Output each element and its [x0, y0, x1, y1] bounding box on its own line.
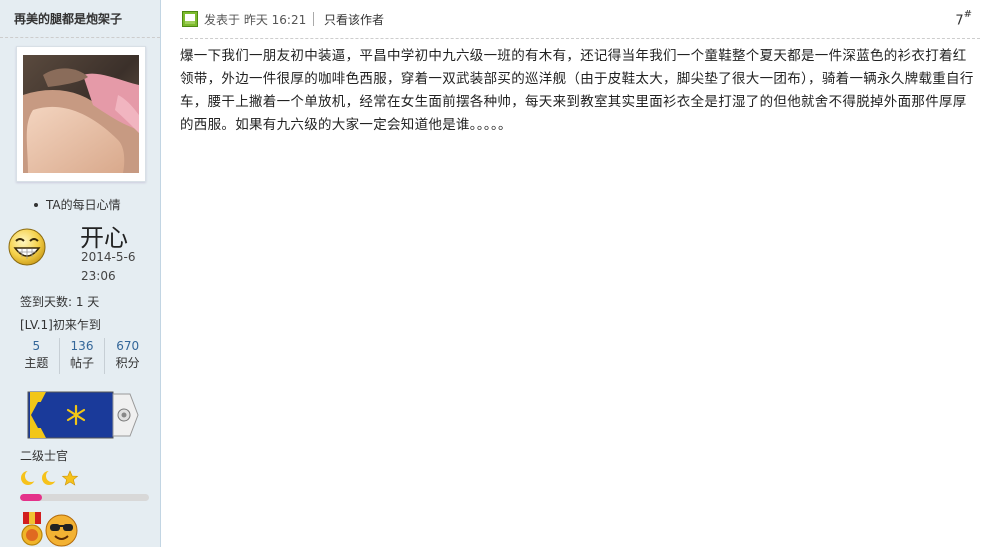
view-author-only-link[interactable]: 只看该作者: [324, 11, 384, 28]
level-progress-bar: [20, 494, 149, 501]
stat-posts[interactable]: 136 帖子: [60, 338, 106, 374]
stat-points[interactable]: 670 积分: [105, 338, 150, 374]
stat-threads-value[interactable]: 5: [14, 338, 59, 355]
floor-number[interactable]: 7#: [955, 9, 972, 28]
post-icon: [182, 11, 198, 27]
mood-heading: TA的每日心情: [34, 196, 121, 213]
moon-icon: [21, 470, 37, 485]
floor-mark: #: [963, 9, 972, 20]
post-content: 爆一下我们一朋友初中装逼，平昌中学初中九六级一班的有木有，还记得当年我们一个童鞋…: [180, 48, 974, 133]
stat-points-label: 积分: [115, 356, 140, 370]
rank-stars: [20, 470, 80, 486]
mood-time: 23:06: [81, 269, 116, 283]
user-sidebar: 再美的腿都是炮架子 TA的每日心情 开心 2014-5-6 23:06 签到天数…: [0, 0, 161, 547]
header-divider: [313, 12, 314, 26]
stat-threads[interactable]: 5 主题: [14, 338, 60, 374]
stat-posts-label: 帖子: [70, 356, 95, 370]
rank-name: 二级士官: [20, 449, 69, 463]
user-stats: 5 主题 136 帖子 670 积分: [14, 338, 150, 374]
user-level[interactable]: [LV.1]初来乍到: [20, 316, 101, 333]
star-icon: [61, 470, 79, 486]
avatar-frame[interactable]: [16, 46, 146, 182]
rank-insignia-icon: [20, 390, 140, 440]
avatar[interactable]: [23, 55, 139, 173]
grin-face-icon: [8, 228, 46, 266]
stat-points-value[interactable]: 670: [105, 338, 150, 355]
stat-posts-value[interactable]: 136: [60, 338, 105, 355]
bullet-icon: [34, 202, 38, 207]
mood-value: 开心: [80, 224, 128, 252]
medal-icon[interactable]: [20, 512, 44, 547]
stat-threads-label: 主题: [24, 356, 49, 370]
username[interactable]: 再美的腿都是炮架子: [0, 0, 160, 38]
post-header: 发表于 昨天 16:21 只看该作者 7#: [180, 0, 980, 39]
level-progress-fill: [20, 494, 42, 501]
forum-post: 再美的腿都是炮架子 TA的每日心情 开心 2014-5-6 23:06 签到天数…: [0, 0, 1000, 547]
floor-value[interactable]: 7: [955, 13, 963, 28]
mood-date: 2014-5-6: [81, 250, 136, 264]
moon-icon: [42, 470, 58, 485]
mood-heading-text: TA的每日心情: [46, 198, 121, 212]
sunglasses-face-icon[interactable]: [45, 514, 78, 547]
post-date: 发表于 昨天 16:21: [204, 13, 307, 27]
signin-days: 签到天数: 1 天: [20, 295, 100, 309]
